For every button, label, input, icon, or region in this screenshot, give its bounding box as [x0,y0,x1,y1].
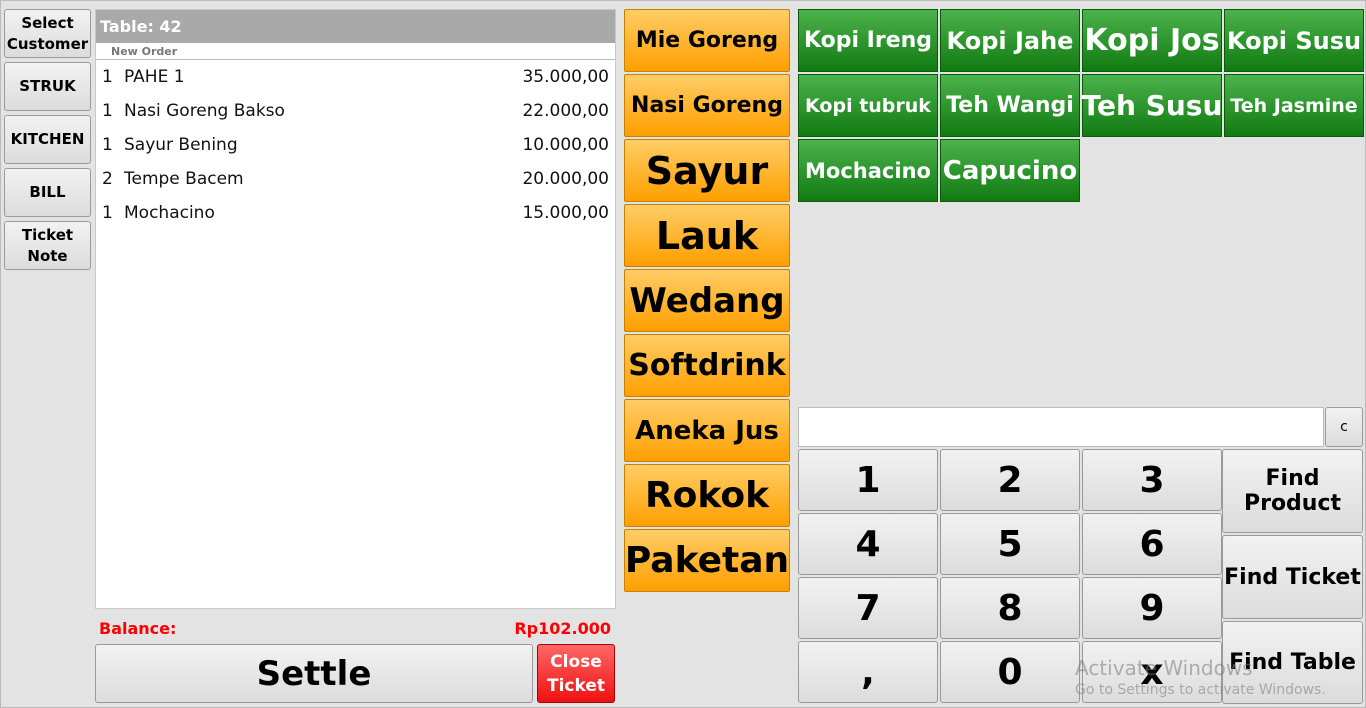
line-name: Nasi Goreng Bakso [124,101,285,121]
line-qty: 1 [102,203,113,223]
find-product-button[interactable]: Find Product [1222,449,1363,533]
key-9[interactable]: , [798,641,938,703]
product-kopi-susu[interactable]: Kopi Susu [1224,9,1364,72]
product-kopi-jahe[interactable]: Kopi Jahe [940,9,1080,72]
line-qty: 1 [102,101,113,121]
line-qty: 1 [102,135,113,155]
close-ticket-button[interactable]: Close Ticket [537,644,615,703]
find-table-button[interactable]: Find Table [1222,621,1363,704]
line-name: Sayur Bening [124,135,238,155]
line-price: 35.000,00 [522,67,609,87]
left-button-kitchen[interactable]: KITCHEN [4,115,91,164]
line-name: Mochacino [124,203,215,223]
find-ticket-button[interactable]: Find Ticket [1222,535,1363,619]
product-capucino[interactable]: Capucino [940,139,1080,202]
ticket-subtitle: New Order [96,43,615,60]
product-teh-jasmine[interactable]: Teh Jasmine [1224,74,1364,137]
line-name: PAHE 1 [124,67,185,87]
category-aneka-jus[interactable]: Aneka Jus [624,399,790,462]
key-2[interactable]: 3 [1082,449,1222,511]
search-input[interactable] [798,407,1324,447]
balance-label: Balance: [99,619,177,638]
key-7[interactable]: 8 [940,577,1080,639]
left-button-select-customer[interactable]: Select Customer [4,9,91,58]
key-3[interactable]: 4 [798,513,938,575]
line-price: 10.000,00 [522,135,609,155]
settle-button[interactable]: Settle [95,644,533,703]
ticket-panel: Table: 42 New Order 1 PAHE 1 35.000,00 1 Nas… [95,9,616,609]
left-button-bill[interactable]: BILL [4,168,91,217]
key-10[interactable]: 0 [940,641,1080,703]
key-0[interactable]: 1 [798,449,938,511]
order-line[interactable]: 1 Nasi Goreng Bakso 22.000,00 [96,94,615,128]
category-mie-goreng[interactable]: Mie Goreng [624,9,790,72]
category-sayur[interactable]: Sayur [624,139,790,202]
key-1[interactable]: 2 [940,449,1080,511]
ticket-title: Table: 42 [96,10,615,43]
key-5[interactable]: 6 [1082,513,1222,575]
line-name: Tempe Bacem [124,169,244,189]
key-8[interactable]: 9 [1082,577,1222,639]
product-kopi-tubruk[interactable]: Kopi tubruk [798,74,938,137]
key-11[interactable]: x [1082,641,1222,703]
line-qty: 2 [102,169,113,189]
line-price: 15.000,00 [522,203,609,223]
left-button-struk[interactable]: STRUK [4,62,91,111]
key-4[interactable]: 5 [940,513,1080,575]
clear-button[interactable]: c [1325,407,1363,447]
product-teh-susu[interactable]: Teh Susu [1082,74,1222,137]
product-teh-wangi[interactable]: Teh Wangi [940,74,1080,137]
left-button-ticket-note[interactable]: Ticket Note [4,221,91,270]
category-paketan[interactable]: Paketan [624,529,790,592]
order-line[interactable]: 1 Sayur Bening 10.000,00 [96,128,615,162]
category-wedang[interactable]: Wedang [624,269,790,332]
line-qty: 1 [102,67,113,87]
order-line[interactable]: 1 PAHE 1 35.000,00 [96,60,615,94]
category-softdrink[interactable]: Softdrink [624,334,790,397]
product-kopi-jos[interactable]: Kopi Jos [1082,9,1222,72]
category-lauk[interactable]: Lauk [624,204,790,267]
key-6[interactable]: 7 [798,577,938,639]
balance-value: Rp102.000 [514,619,611,638]
category-nasi-goreng[interactable]: Nasi Goreng [624,74,790,137]
product-kopi-ireng[interactable]: Kopi Ireng [798,9,938,72]
line-price: 22.000,00 [522,101,609,121]
category-rokok[interactable]: Rokok [624,464,790,527]
product-mochacino[interactable]: Mochacino [798,139,938,202]
order-line[interactable]: 2 Tempe Bacem 20.000,00 [96,162,615,196]
line-price: 20.000,00 [522,169,609,189]
order-line[interactable]: 1 Mochacino 15.000,00 [96,196,615,230]
